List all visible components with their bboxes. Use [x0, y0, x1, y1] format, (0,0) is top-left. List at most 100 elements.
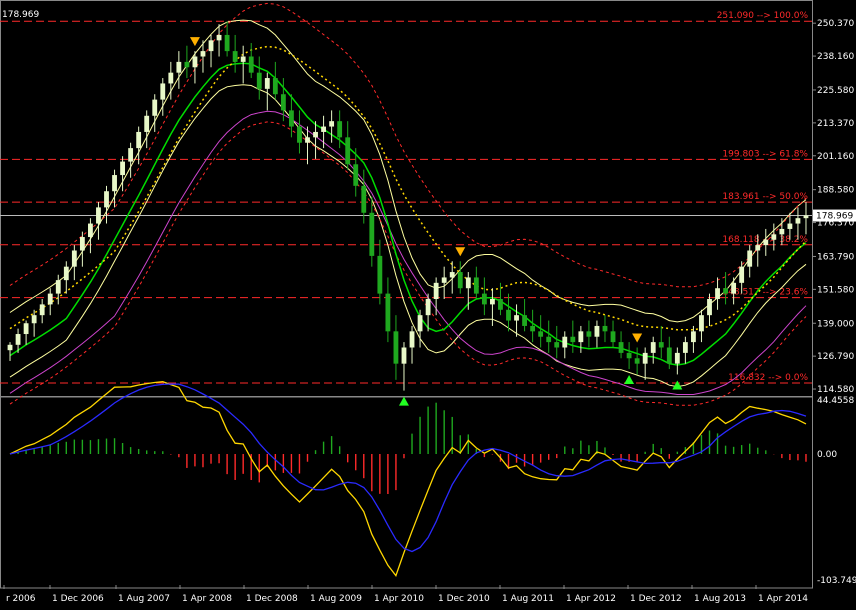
time-axis-label: 1 Dec 2012 [630, 594, 682, 604]
candle-body [570, 336, 576, 343]
candle-body [473, 277, 479, 294]
candle-body [481, 293, 487, 305]
lower-band-line [9, 84, 807, 388]
candle-body [377, 255, 383, 294]
candle-body [465, 277, 471, 289]
candle-body [232, 51, 238, 62]
corner-price-label: 178.969 [2, 10, 39, 20]
candle-body [707, 299, 712, 316]
candle-body [779, 228, 785, 235]
candle-body [297, 126, 302, 143]
candle-body [546, 336, 552, 343]
candle-body [128, 148, 134, 162]
candle-body [136, 131, 142, 149]
price-axis-label: 163.790 [817, 252, 854, 262]
candle-body [530, 325, 536, 332]
oscillator-axis-label: 0.00 [817, 450, 837, 460]
candle-body [795, 218, 801, 224]
yellow-trail-line [9, 45, 807, 331]
price-axis-label: 139.000 [817, 319, 854, 329]
time-axis-label: 1 Apr 2014 [758, 594, 808, 604]
candle-body [787, 223, 793, 229]
candle-body [650, 342, 656, 353]
candle-body [23, 323, 29, 335]
candle-body [803, 215, 809, 219]
candle-body [715, 288, 720, 299]
candle-body [602, 325, 608, 332]
candle-body [31, 315, 37, 324]
sell-arrow-icon [189, 37, 200, 47]
candle-body [498, 299, 503, 310]
candle-body [393, 331, 399, 364]
fib-level-label: 251.090 --> 100.0% [717, 11, 809, 21]
candle-body [289, 110, 294, 127]
candle-body [699, 315, 704, 332]
candle-body [353, 164, 359, 186]
current-price-label: 178.969 [816, 212, 853, 222]
candle-body [63, 266, 69, 281]
candle-body [71, 250, 77, 267]
candle-body [674, 352, 680, 364]
buy-arrow-icon [672, 380, 683, 390]
candle-body [192, 56, 198, 68]
candle-body [449, 272, 455, 278]
candle-body [240, 56, 246, 62]
oscillator-axis-label: 44.4558 [817, 396, 854, 406]
candle-body [15, 334, 21, 345]
time-axis-label: 1 Apr 2010 [374, 594, 424, 604]
candle-body [321, 126, 326, 132]
candle-body [594, 325, 600, 337]
candle-body [514, 315, 519, 321]
candle-body [160, 83, 166, 100]
candle-body [578, 331, 584, 343]
candle-body [47, 293, 53, 305]
candle-body [642, 352, 648, 364]
time-axis-label: 1 Dec 2010 [438, 594, 490, 604]
price-axis-label: 188.580 [817, 186, 854, 196]
price-axis-label: 213.370 [817, 119, 854, 129]
candle-body [280, 94, 286, 111]
fib-level-label: 199.803 --> 61.8% [722, 149, 808, 159]
price-axis-label: 151.580 [817, 285, 854, 295]
price-axis-label: 250.370 [817, 19, 854, 29]
price-axis-label: 225.580 [817, 86, 854, 96]
price-axis-label: 126.790 [817, 352, 854, 362]
candle-body [216, 34, 222, 41]
candle-body [200, 51, 206, 57]
candle-body [538, 331, 544, 337]
candle-body [433, 282, 439, 299]
candle-body [731, 282, 737, 294]
price-axis-label: 201.160 [817, 152, 854, 162]
candle-body [55, 280, 61, 294]
candle-body [337, 121, 343, 138]
candle-body [248, 56, 254, 73]
candle-body [361, 185, 367, 213]
candle-body [224, 34, 230, 52]
signal-line [9, 383, 807, 553]
candle-body [634, 358, 640, 364]
candle-body [618, 342, 624, 353]
candle-body [385, 293, 391, 332]
macd-line [9, 381, 807, 577]
candle-body [763, 239, 769, 246]
candle-body [256, 72, 262, 89]
oscillator-panel-border [0, 396, 813, 589]
candle-body [441, 277, 447, 283]
candle-body [112, 175, 117, 192]
outer-upper-band-line [9, 2, 807, 288]
candle-body [184, 61, 190, 68]
time-axis-label: 1 Dec 2008 [246, 594, 298, 604]
candle-body [490, 299, 495, 305]
sell-arrow-icon [632, 333, 643, 343]
candle-body [610, 331, 616, 343]
candle-body [409, 331, 415, 348]
candle-body [7, 344, 13, 351]
price-axis-label: 238.160 [817, 52, 854, 62]
candle-body [120, 161, 125, 176]
candle-body [755, 245, 761, 251]
candle-body [305, 137, 310, 143]
candle-body [313, 131, 318, 138]
candle-body [369, 212, 375, 256]
candle-body [739, 266, 745, 283]
candle-body [79, 237, 85, 251]
